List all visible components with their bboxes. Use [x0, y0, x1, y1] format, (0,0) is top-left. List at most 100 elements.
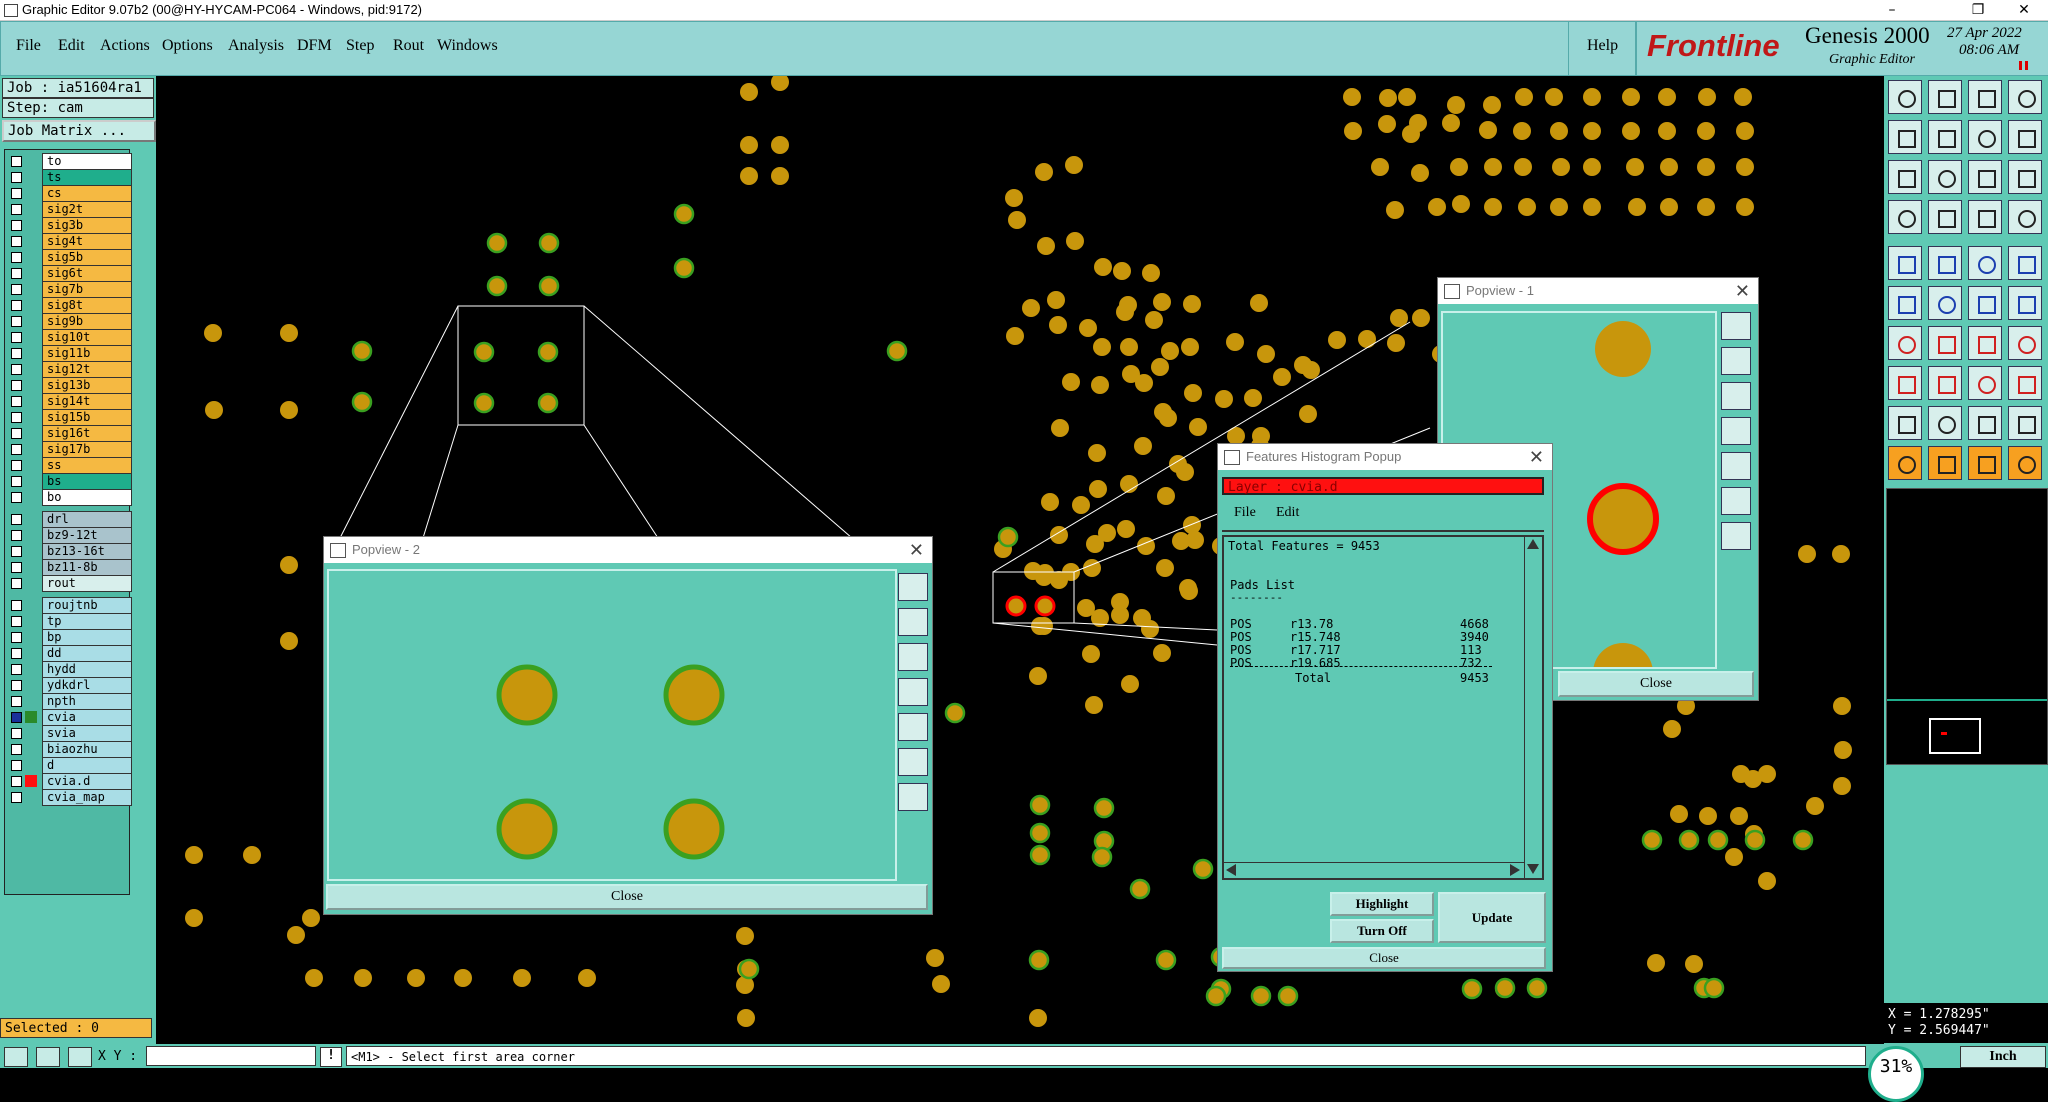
menu-file[interactable]: File — [16, 37, 41, 55]
tool-select3-icon[interactable] — [2008, 446, 2042, 480]
layer-checkbox[interactable] — [11, 156, 22, 167]
tool-triangle2-icon[interactable] — [1928, 406, 1962, 440]
tool-back-icon[interactable] — [1968, 120, 2002, 154]
layer-checkbox[interactable] — [11, 712, 22, 723]
layer-checkbox[interactable] — [11, 220, 22, 231]
popview-2-tool-1-icon[interactable] — [898, 608, 928, 636]
update-button[interactable]: Update — [1438, 892, 1546, 943]
layer-row-tp[interactable]: tp — [5, 613, 132, 630]
layer-checkbox[interactable] — [11, 380, 22, 391]
layer-checkbox[interactable] — [11, 428, 22, 439]
popview-1-tool-0-icon[interactable] — [1721, 312, 1751, 340]
tool-redraw-icon[interactable] — [2008, 120, 2042, 154]
minimize-button[interactable]: – — [1870, 0, 1914, 20]
layer-checkbox[interactable] — [11, 396, 22, 407]
layer-checkbox[interactable] — [11, 744, 22, 755]
layer-row-to[interactable]: to — [5, 153, 132, 170]
tool-grid-icon[interactable] — [1928, 200, 1962, 234]
layer-checkbox[interactable] — [11, 546, 22, 557]
layer-row-bz13-16t[interactable]: bz13-16t — [5, 543, 132, 560]
snap-icon[interactable] — [4, 1047, 28, 1067]
layer-row-ss[interactable]: ss — [5, 457, 132, 474]
tool-route-icon[interactable] — [2008, 286, 2042, 320]
layer-checkbox[interactable] — [11, 460, 22, 471]
menu-analysis[interactable]: Analysis — [228, 37, 284, 55]
highlight-button[interactable]: Highlight — [1330, 892, 1434, 916]
layer-checkbox[interactable] — [11, 284, 22, 295]
layer-row-sig17b[interactable]: sig17b — [5, 441, 132, 458]
layer-checkbox[interactable] — [11, 792, 22, 803]
layer-checkbox[interactable] — [11, 252, 22, 263]
layer-checkbox[interactable] — [11, 514, 22, 525]
popview-2-tool-5-icon[interactable] — [898, 748, 928, 776]
layer-checkbox[interactable] — [11, 578, 22, 589]
layer-row-sig3b[interactable]: sig3b — [5, 217, 132, 234]
tool-next-icon[interactable] — [1928, 120, 1962, 154]
info-icon[interactable]: ! — [320, 1047, 342, 1067]
histogram-menu-edit[interactable]: Edit — [1276, 505, 1299, 521]
layer-row-sig11b[interactable]: sig11b — [5, 345, 132, 362]
tool-save-icon[interactable] — [1928, 80, 1962, 114]
popview-1-tool-6-icon[interactable] — [1721, 522, 1751, 550]
layer-checkbox[interactable] — [11, 348, 22, 359]
layer-checkbox[interactable] — [11, 316, 22, 327]
scroll-up-icon[interactable] — [1527, 539, 1539, 549]
popview-1-tool-4-icon[interactable] — [1721, 452, 1751, 480]
scroll-down-icon[interactable] — [1527, 864, 1539, 874]
layer-row-sig5b[interactable]: sig5b — [5, 249, 132, 266]
layer-row-sig8t[interactable]: sig8t — [5, 297, 132, 314]
layer-row-rout[interactable]: rout — [5, 575, 132, 592]
layer-checkbox[interactable] — [11, 664, 22, 675]
tool-select2-icon[interactable] — [1968, 446, 2002, 480]
popview-2-tool-0-icon[interactable] — [898, 573, 928, 601]
menu-actions[interactable]: Actions — [100, 37, 150, 55]
layer-row-bz9-12t[interactable]: bz9-12t — [5, 527, 132, 544]
layer-row-sig4t[interactable]: sig4t — [5, 233, 132, 250]
tool-pan-icon[interactable] — [1928, 160, 1962, 194]
tool-open-icon[interactable] — [1888, 80, 1922, 114]
popview-1-close-button[interactable]: Close — [1558, 671, 1754, 697]
tool-dash-icon[interactable] — [1928, 366, 1962, 400]
tool-circle-icon[interactable] — [2008, 246, 2042, 280]
histogram-text-area[interactable]: Total Features = 9453 Pads List --------… — [1222, 535, 1544, 880]
layer-row-biaozhu[interactable]: biaozhu — [5, 741, 132, 758]
layer-row-bo[interactable]: bo — [5, 489, 132, 506]
menu-dfm[interactable]: DFM — [297, 37, 332, 55]
layer-checkbox[interactable] — [11, 364, 22, 375]
histogram-horizontal-scrollbar[interactable] — [1224, 862, 1524, 877]
tool-arc-icon[interactable] — [1968, 286, 2002, 320]
popview-2-tool-3-icon[interactable] — [898, 678, 928, 706]
scroll-right-icon[interactable] — [1510, 864, 1520, 876]
popview-1-tool-1-icon[interactable] — [1721, 347, 1751, 375]
layer-checkbox[interactable] — [11, 492, 22, 503]
xy-input[interactable] — [146, 1046, 316, 1066]
layer-row-sig16t[interactable]: sig16t — [5, 425, 132, 442]
tool-node-icon[interactable] — [1888, 286, 1922, 320]
menu-rout[interactable]: Rout — [393, 37, 424, 55]
layer-row-ydkdrl[interactable]: ydkdrl — [5, 677, 132, 694]
popview-2-tool-6-icon[interactable] — [898, 783, 928, 811]
layer-checkbox[interactable] — [11, 776, 22, 787]
histogram-vertical-scrollbar[interactable] — [1524, 537, 1541, 878]
layer-checkbox[interactable] — [11, 696, 22, 707]
layer-checkbox[interactable] — [11, 728, 22, 739]
tool-edit-line-icon[interactable] — [1928, 326, 1962, 360]
tool-triangle3-icon[interactable] — [1968, 406, 2002, 440]
tool-prev-icon[interactable] — [1888, 120, 1922, 154]
tool-select-icon[interactable] — [1928, 446, 1962, 480]
layer-row-sig10t[interactable]: sig10t — [5, 329, 132, 346]
layer-checkbox[interactable] — [11, 188, 22, 199]
measure-icon[interactable] — [36, 1047, 60, 1067]
units-selector[interactable]: Inch — [1960, 1046, 2046, 1068]
layer-row-cvia[interactable]: cvia — [5, 709, 132, 726]
layer-row-sig2t[interactable]: sig2t — [5, 201, 132, 218]
layer-row-sig15b[interactable]: sig15b — [5, 409, 132, 426]
tool-settings-icon[interactable] — [1888, 200, 1922, 234]
layer-checkbox[interactable] — [11, 332, 22, 343]
job-matrix-button[interactable]: Job Matrix ... — [2, 120, 156, 142]
tool-pointer-icon[interactable] — [1888, 446, 1922, 480]
popview-1-tool-2-icon[interactable] — [1721, 382, 1751, 410]
tool-scale-icon[interactable] — [1968, 160, 2002, 194]
tool-pad-icon[interactable] — [1888, 246, 1922, 280]
grid-icon[interactable] — [68, 1047, 92, 1067]
